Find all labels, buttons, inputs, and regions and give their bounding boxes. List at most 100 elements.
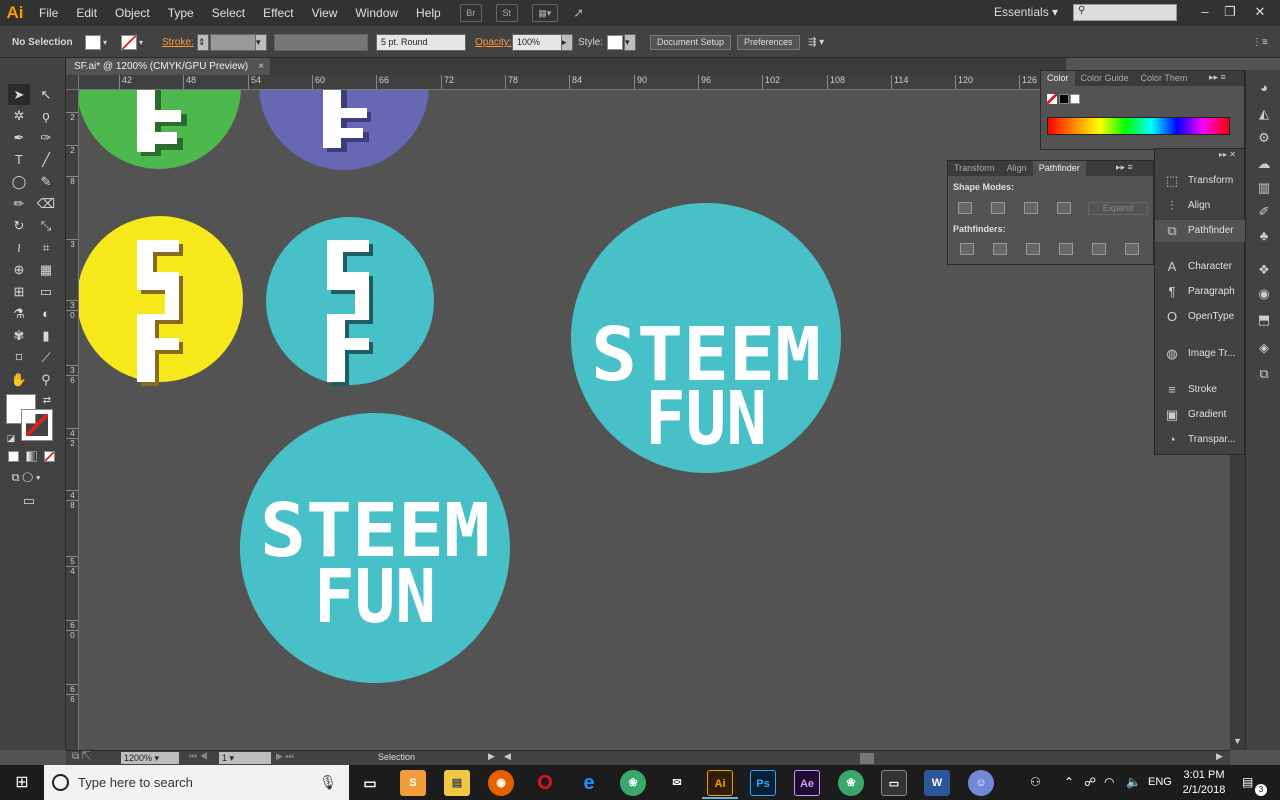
network-icon[interactable]: ☍: [1084, 765, 1096, 800]
chrome-app-icon[interactable]: ❀: [620, 770, 646, 796]
column-graph-tool-icon[interactable]: ▮: [35, 325, 57, 346]
brushes-icon[interactable]: ✐: [1254, 202, 1274, 222]
document-tab[interactable]: SF.ai* @ 1200% (CMYK/GPU Preview) ×: [66, 58, 271, 75]
asset-export-icon[interactable]: ⬒: [1254, 310, 1274, 330]
stroke-color-box[interactable]: [21, 409, 53, 441]
close-window-icon[interactable]: ✕: [1245, 2, 1275, 22]
minus-back-icon[interactable]: [1125, 243, 1139, 255]
panel-collapse-icon[interactable]: ▸▸ ≡: [1209, 72, 1226, 83]
eraser-tool-icon[interactable]: ⌫: [35, 193, 57, 214]
menu-select[interactable]: Select: [203, 0, 254, 26]
hand-tool-icon[interactable]: ✋: [8, 369, 30, 390]
purple-f-logo[interactable]: [259, 90, 429, 170]
appearance-icon[interactable]: ◉: [1254, 284, 1274, 304]
horizontal-ruler[interactable]: 42 48 54 60 66 72 78 84 90 96 102 108 11…: [79, 75, 1040, 90]
dock-item-transform[interactable]: ⬚ Transform: [1155, 170, 1245, 192]
discord-icon[interactable]: ☺: [968, 770, 994, 796]
trim-icon[interactable]: [993, 243, 1007, 255]
stroke-label[interactable]: Stroke:: [162, 34, 194, 51]
zoom-field[interactable]: 1200% ▾: [121, 752, 179, 764]
color-themes-icon[interactable]: ⚙: [1254, 128, 1274, 148]
artboard-number-field[interactable]: 1 ▾: [219, 752, 271, 764]
tab-transform[interactable]: Transform: [948, 161, 1001, 176]
layers-icon[interactable]: ◈: [1254, 338, 1274, 358]
dock-collapse-icon[interactable]: ▸▸ ✕: [1219, 150, 1236, 159]
word-icon[interactable]: W: [924, 770, 950, 796]
pen-tool-icon[interactable]: ✒: [8, 127, 30, 148]
dock-item-stroke[interactable]: ≡ Stroke: [1155, 379, 1245, 401]
gpu-rocket-icon[interactable]: ➚: [568, 4, 590, 22]
stroke-swatch[interactable]: [121, 35, 137, 50]
yellow-sf-logo[interactable]: [79, 216, 243, 386]
menu-help[interactable]: Help: [407, 0, 450, 26]
opacity-label[interactable]: Opacity:: [475, 34, 512, 51]
black-swatch[interactable]: [1059, 94, 1069, 104]
none-mode-button[interactable]: [44, 451, 55, 462]
edge-icon[interactable]: e: [576, 770, 602, 796]
none-swatch[interactable]: [1047, 94, 1057, 104]
slice-tool-icon[interactable]: ⟋: [35, 347, 57, 368]
status-menu-icon[interactable]: ▶: [488, 751, 495, 762]
symbol-sprayer-tool-icon[interactable]: ✾: [8, 325, 30, 346]
magic-wand-tool-icon[interactable]: ✲: [8, 105, 30, 126]
brush-dropdown[interactable]: 5 pt. Round: [376, 34, 466, 51]
tab-color-guide[interactable]: Color Guide: [1075, 71, 1135, 86]
color-panel-icon[interactable]: ◕: [1254, 78, 1274, 98]
shape-builder-tool-icon[interactable]: ⊕: [8, 259, 30, 280]
dock-item-image-trace[interactable]: ◍ Image Tr...: [1155, 343, 1245, 365]
dock-item-paragraph[interactable]: ¶ Paragraph: [1155, 281, 1245, 303]
panel-menu-icon[interactable]: ⋮≡: [1252, 34, 1268, 51]
illustrator-taskbar-icon[interactable]: Ai: [702, 770, 738, 799]
people-icon[interactable]: ⚇: [1030, 765, 1041, 800]
minus-front-icon[interactable]: [991, 202, 1005, 214]
wifi-icon[interactable]: ◠: [1104, 765, 1114, 800]
menu-view[interactable]: View: [303, 0, 347, 26]
steem-fun-logo-bottom[interactable]: STEEM FUN: [240, 413, 510, 683]
artboards-icon[interactable]: ⧉: [1254, 364, 1274, 384]
photoshop-icon[interactable]: Ps: [750, 770, 776, 796]
after-effects-icon[interactable]: Ae: [794, 770, 820, 796]
expand-button[interactable]: Expand: [1088, 202, 1148, 215]
bridge-icon[interactable]: Br: [459, 4, 482, 22]
panel-menu-icon[interactable]: ▸▸ ≡: [1116, 162, 1133, 173]
curvature-tool-icon[interactable]: ✑: [35, 127, 57, 148]
menu-file[interactable]: File: [30, 0, 67, 26]
style-dropdown[interactable]: ▾: [624, 34, 636, 51]
stroke-weight-stepper[interactable]: ⇕: [197, 34, 209, 51]
dock-item-align[interactable]: ⫶ Align: [1155, 195, 1245, 217]
tray-expand-icon[interactable]: ⌃: [1064, 765, 1074, 800]
stock-icon[interactable]: St: [495, 4, 518, 22]
mesh-tool-icon[interactable]: ⊞: [8, 281, 30, 302]
opacity-field[interactable]: 100%: [512, 34, 562, 51]
mail-icon[interactable]: ✉: [664, 770, 690, 796]
artboard-nav-icon[interactable]: ⧉ ⇱: [72, 751, 91, 762]
microphone-icon[interactable]: 🎙: [319, 765, 337, 800]
vertical-ruler[interactable]: 2 2 8 3 3 0 3 6 4 2 4 8 5 4 6 0 6 6: [66, 90, 79, 750]
stroke-dropdown-icon[interactable]: ▾: [139, 34, 143, 51]
swap-colors-icon[interactable]: ⇄: [40, 390, 54, 411]
pencil-tool-icon[interactable]: ✏: [8, 193, 30, 214]
sublime-icon[interactable]: S: [400, 770, 426, 796]
tab-color[interactable]: Color: [1041, 71, 1075, 86]
blend-tool-icon[interactable]: ◐: [35, 303, 57, 324]
style-swatch[interactable]: [607, 35, 623, 50]
dock-item-gradient[interactable]: ▣ Gradient: [1155, 404, 1245, 426]
scroll-left-icon[interactable]: ◀: [504, 751, 511, 762]
terminal-icon[interactable]: ▭: [881, 770, 907, 796]
volume-icon[interactable]: 🔈: [1126, 765, 1141, 800]
fill-swatch[interactable]: [85, 35, 101, 50]
default-colors-icon[interactable]: ◪: [4, 428, 18, 449]
gradient-mode-button[interactable]: [26, 451, 37, 462]
stroke-weight-field[interactable]: [210, 34, 256, 51]
steem-fun-logo-right[interactable]: STEEM FUN: [571, 203, 841, 473]
align-options-icon[interactable]: ⇶ ▾: [808, 34, 824, 51]
color-guide-icon[interactable]: ◭: [1254, 104, 1274, 124]
line-tool-icon[interactable]: ╱: [35, 149, 57, 170]
selection-tool-icon[interactable]: ➤: [8, 84, 30, 105]
merge-icon[interactable]: [1026, 243, 1040, 255]
eyedropper-tool-icon[interactable]: ⚗: [8, 303, 30, 324]
free-transform-tool-icon[interactable]: ⌗: [35, 237, 57, 258]
cc-libraries-icon[interactable]: ☁: [1254, 154, 1274, 174]
arrange-documents-icon[interactable]: ▦▾: [531, 4, 558, 22]
color-spectrum[interactable]: [1047, 117, 1230, 135]
